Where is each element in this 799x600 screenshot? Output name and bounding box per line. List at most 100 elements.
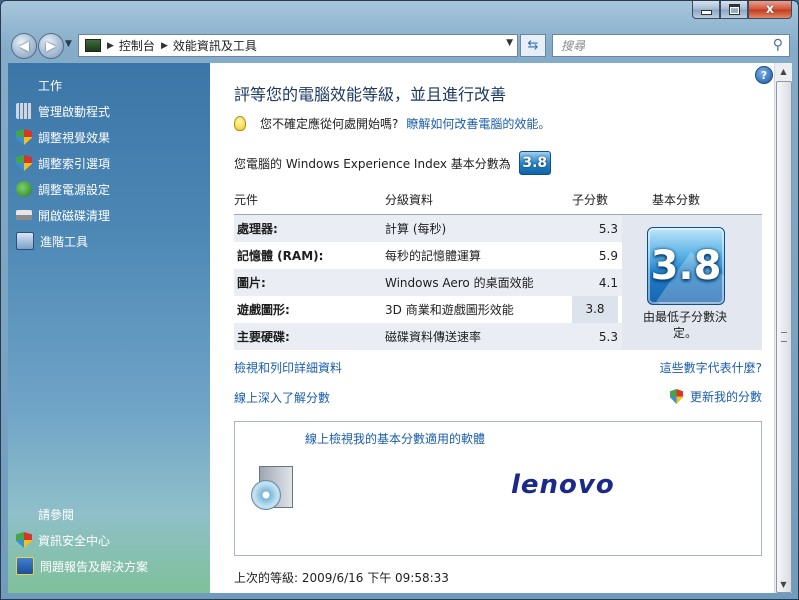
power-icon [16,181,32,197]
improve-performance-link[interactable]: 瞭解如何改善電腦的效能。 [406,115,550,132]
vertical-scrollbar[interactable]: ▲ ▼ [774,63,792,593]
breadcrumb-performance[interactable]: 效能資訊及工具 [173,37,257,54]
update-score-button[interactable]: 更新我的分數 [669,388,762,405]
tasks-heading: 工作 [38,79,63,93]
component-cell: 圖片: [237,276,266,290]
minimize-button[interactable] [692,1,720,19]
sidebar-item-label[interactable]: 進階工具 [40,233,88,250]
back-arrow-icon: ◀ [19,38,29,54]
update-score-link[interactable]: 更新我的分數 [690,390,762,404]
disk-cleanup-icon [16,210,32,220]
sidebar-item-label[interactable]: 調整電源設定 [38,181,110,198]
table-row: 遊戲圖形: 3D 商業和遊戲圖形效能 3.8 [234,296,622,323]
address-bar[interactable]: ▶ 控制台 ▶ 效能資訊及工具 ▼ [78,34,518,57]
column-header-component: 元件 [234,193,259,207]
refresh-button[interactable]: ⇆ [520,34,546,57]
scroll-up-icon[interactable]: ▲ [775,63,792,80]
caption-buttons: x [692,1,792,19]
column-header-base-score: 基本分數 [652,193,701,207]
view-print-details-link[interactable]: 檢視和列印詳細資料 [234,359,342,376]
content-pane: ? 評等您的電腦效能等級，並且進行改善 您不確定應從何處開始嗎? 瞭解如何改善電… [210,63,774,593]
rating-cell: 計算 (每秒) [385,222,447,236]
minimize-icon [700,10,712,15]
sidebar-item-problem-reports[interactable]: 問題報告及解決方案 [16,557,148,575]
subscore-cell: 5.3 [598,329,618,344]
rating-cell: 每秒的記憶體運算 [385,249,482,263]
recent-pages-dropdown-icon[interactable]: ▼ [65,39,72,49]
sidebar-item-security-center[interactable]: 資訊安全中心 [16,531,110,549]
software-panel: 線上檢視我的基本分數適用的軟體 lenovo [234,421,762,556]
table-row: 圖片: Windows Aero 的桌面效能 4.1 [234,269,622,296]
uac-shield-icon [669,389,683,404]
problem-reports-icon [16,557,34,575]
scrollbar-thumb[interactable] [776,81,792,593]
tip-row: 您不確定應從何處開始嗎? 瞭解如何改善電腦的效能。 [234,115,550,132]
close-button[interactable]: x [748,1,792,19]
rating-cell: 磁碟資料傳送速率 [385,330,482,344]
shield-icon [16,129,32,145]
sidebar-item-label[interactable]: 資訊安全中心 [38,532,110,549]
component-cell: 記憶體 (RAM): [237,249,324,263]
subscore-cell: 5.3 [598,221,618,236]
advanced-tools-icon [16,232,34,250]
search-box: ⚲ [552,34,790,57]
view-software-online-link[interactable]: 線上檢視我的基本分數適用的軟體 [305,430,485,447]
sidebar-item-power-settings[interactable]: 調整電源設定 [16,180,110,198]
learn-scores-online-link[interactable]: 線上深入了解分數 [234,389,330,406]
see-also-heading: 請參閱 [38,508,75,522]
scroll-down-icon[interactable]: ▼ [775,576,792,593]
what-numbers-mean-link[interactable]: 這些數字代表什麼? [660,359,762,376]
base-score-panel: 3.8 由最低子分數決定。 [622,215,762,350]
subscore-cell: 4.1 [598,275,618,290]
rating-cell: Windows Aero 的桌面效能 [385,276,534,290]
table-row: 記憶體 (RAM): 每秒的記憶體運算 5.9 [234,242,622,269]
shield-icon [16,155,32,171]
control-panel-icon [85,39,101,52]
table-row: 主要硬碟: 磁碟資料傳送速率 5.3 [234,323,622,350]
base-score-text: 您電腦的 Windows Experience Index 基本分數為 [234,156,511,171]
forward-button[interactable]: ▶ [38,33,64,59]
sidebar-item-label[interactable]: 問題報告及解決方案 [40,558,148,575]
sidebar-item-disk-cleanup[interactable]: 開啟磁碟清理 [16,206,110,224]
page-title: 評等您的電腦效能等級，並且進行改善 [234,85,507,104]
sidebar-item-startup-programs[interactable]: 管理啟動程式 [16,102,110,120]
lenovo-logo: lenovo [511,470,615,500]
sidebar-item-label[interactable]: 調整索引選項 [38,155,110,172]
last-rated-text: 上次的等級: 2009/6/16 下午 09:58:33 [234,571,449,585]
subscore-cell: 5.9 [598,248,618,263]
sidebar-item-label[interactable]: 調整視覺效果 [38,129,110,146]
close-icon: x [765,2,775,17]
component-cell: 遊戲圖形: [237,303,290,317]
base-score-caption: 由最低子分數決定。 [642,310,727,340]
base-score-badge: 3.8 [647,227,725,305]
table-row: 處理器: 計算 (每秒) 5.3 [234,215,622,242]
sidebar-item-label[interactable]: 管理啟動程式 [38,103,110,120]
back-button[interactable]: ◀ [11,33,37,59]
maximize-icon [728,4,740,15]
search-input[interactable] [559,37,763,54]
help-icon[interactable]: ? [755,66,773,84]
address-dropdown-icon[interactable]: ▼ [506,38,513,48]
refresh-icon: ⇆ [527,38,539,53]
score-table: 元件 分級資料 子分數 基本分數 處理器: 計算 (每秒) 5.3 記憶體 (R… [234,185,762,350]
startup-programs-icon [16,103,32,119]
search-icon[interactable]: ⚲ [773,37,783,53]
sidebar-item-indexing-options[interactable]: 調整索引選項 [16,154,110,172]
base-score-mini-badge: 3.8 [518,151,551,175]
tip-text: 您不確定應從何處開始嗎? [260,117,399,131]
sidebar-item-visual-effects[interactable]: 調整視覺效果 [16,128,110,146]
breadcrumb-chevron-icon[interactable]: ▶ [161,41,168,51]
navigation-bar: ◀ ▶ ▼ ▶ 控制台 ▶ 效能資訊及工具 ▼ ⇆ ⚲ [1,29,798,59]
breadcrumb-chevron-icon[interactable]: ▶ [107,41,114,51]
sidebar-item-label[interactable]: 開啟磁碟清理 [38,207,110,224]
breadcrumb-control-panel[interactable]: 控制台 [119,37,155,54]
maximize-button[interactable] [720,1,748,19]
lightbulb-icon [234,116,246,131]
sidebar-item-advanced-tools[interactable]: 進階工具 [16,232,88,250]
title-bar: x [1,1,798,29]
column-header-subscore: 子分數 [572,193,609,207]
base-score-value: 3.8 [650,243,722,289]
column-header-rating: 分級資料 [385,193,434,207]
component-cell: 主要硬碟: [237,330,290,344]
software-disc-shape [251,480,281,510]
